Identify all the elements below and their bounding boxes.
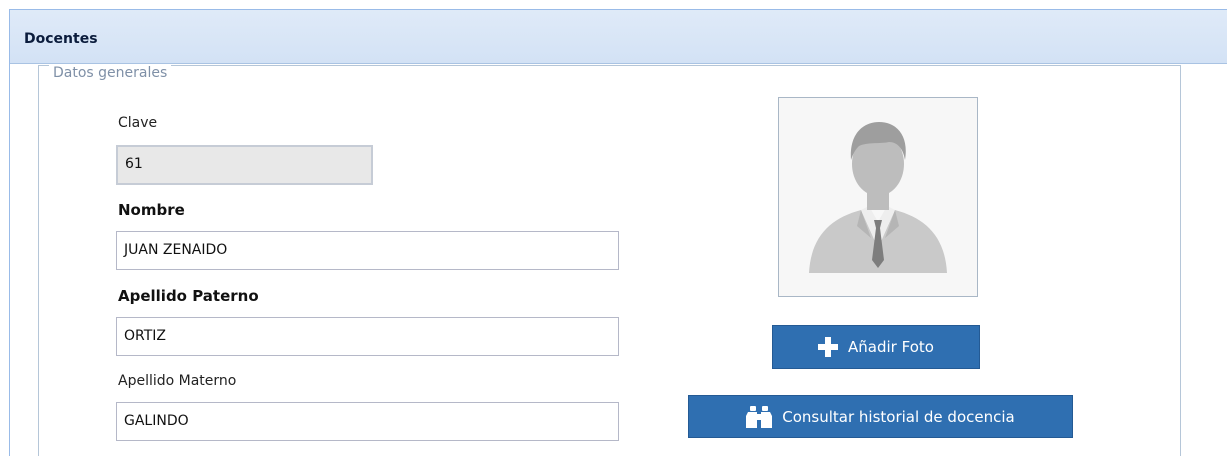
panel-header: Docentes bbox=[10, 10, 1227, 64]
nombre-label: Nombre bbox=[118, 201, 185, 219]
clave-field[interactable]: 61 bbox=[116, 145, 373, 185]
history-label: Consultar historial de docencia bbox=[782, 407, 1015, 426]
binoculars-icon bbox=[746, 405, 773, 428]
apellido-paterno-label: Apellido Paterno bbox=[118, 287, 259, 305]
history-button[interactable]: Consultar historial de docencia bbox=[688, 395, 1073, 438]
clave-label: Clave bbox=[118, 115, 158, 131]
apellido-paterno-field[interactable]: ORTIZ bbox=[116, 317, 619, 356]
add-photo-button[interactable]: Añadir Foto bbox=[772, 325, 980, 369]
apellido-materno-field[interactable]: GALINDO bbox=[116, 402, 619, 441]
photo-frame bbox=[778, 97, 978, 297]
add-photo-label: Añadir Foto bbox=[848, 338, 934, 356]
avatar-placeholder-icon bbox=[809, 122, 947, 273]
fieldset-legend: Datos generales bbox=[49, 64, 172, 82]
apellido-materno-label: Apellido Materno bbox=[118, 373, 237, 389]
nombre-field[interactable]: JUAN ZENAIDO bbox=[116, 231, 619, 270]
plus-icon bbox=[818, 337, 839, 357]
panel-title: Docentes bbox=[24, 31, 98, 47]
